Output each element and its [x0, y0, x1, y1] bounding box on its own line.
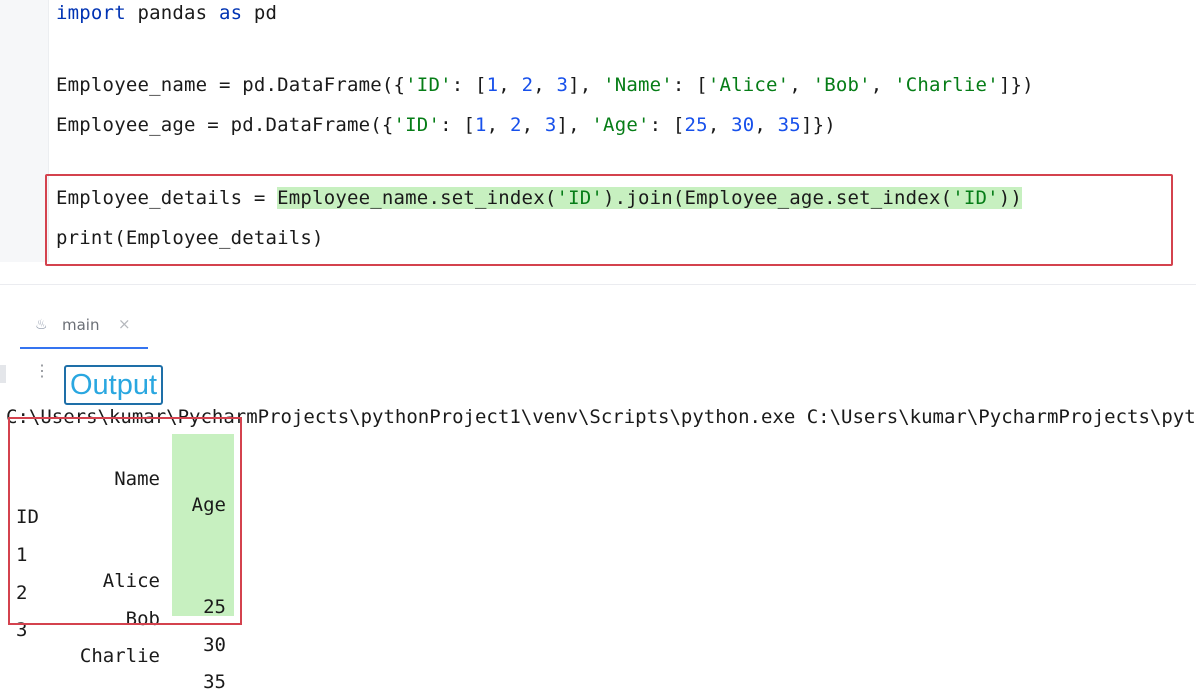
- string-literal: 'Alice': [707, 74, 790, 96]
- number-literal: 3: [544, 114, 557, 136]
- string-literal: 'Age': [591, 114, 650, 136]
- code-token: ,: [707, 114, 732, 136]
- kebab-menu-icon[interactable]: ⋮: [34, 363, 50, 379]
- code-highlight-box: [45, 174, 1173, 266]
- code-token: Employee_age = pd.DataFrame({: [56, 114, 394, 136]
- number-literal: 2: [521, 74, 534, 96]
- code-token: pd: [242, 2, 278, 24]
- output-annotation-label: Output: [64, 365, 164, 405]
- number-literal: 1: [475, 114, 487, 136]
- number-literal: 35: [777, 114, 801, 136]
- code-token: pandas: [125, 2, 219, 24]
- close-icon[interactable]: ×: [118, 315, 131, 333]
- code-token: ]}): [800, 114, 836, 136]
- code-token: : [: [672, 74, 708, 96]
- code-line-import[interactable]: import pandas as pd: [56, 0, 277, 26]
- code-token: ],: [556, 114, 592, 136]
- code-token: ,: [789, 74, 813, 96]
- code-token: ,: [754, 114, 778, 136]
- code-editor[interactable]: import pandas as pd Employee_name = pd.D…: [0, 0, 1196, 266]
- number-literal: 2: [509, 114, 522, 136]
- editor-gutter: [0, 0, 49, 262]
- output-highlight-box: [8, 417, 242, 625]
- code-token: ,: [870, 74, 895, 96]
- code-token: : [: [649, 114, 685, 136]
- code-token: ]}): [998, 74, 1034, 96]
- number-literal: 25: [684, 114, 708, 136]
- code-token: ],: [568, 74, 604, 96]
- string-literal: 'Name': [603, 74, 673, 96]
- code-token: ,: [486, 114, 510, 136]
- number-literal: 30: [731, 114, 755, 136]
- keyword: as: [218, 2, 243, 24]
- row-age: 35: [203, 671, 226, 693]
- code-token: ,: [533, 74, 557, 96]
- number-literal: 1: [486, 74, 499, 96]
- code-token: ,: [498, 74, 522, 96]
- code-token: ,: [521, 114, 545, 136]
- string-literal: 'Charlie': [894, 74, 999, 96]
- keyword: import: [56, 2, 126, 24]
- row-name: Charlie: [79, 645, 160, 667]
- string-literal: 'ID': [405, 74, 452, 96]
- string-literal: 'ID': [393, 114, 441, 136]
- run-tab-main[interactable]: ♨ main ×: [20, 305, 148, 349]
- string-literal: 'Bob': [812, 74, 871, 96]
- code-token: : [: [451, 74, 487, 96]
- number-literal: 3: [556, 74, 569, 96]
- code-token: : [: [440, 114, 476, 136]
- code-line-employee-age[interactable]: Employee_age = pd.DataFrame({'ID': [1, 2…: [56, 112, 836, 138]
- panel-side-strip: [0, 365, 6, 383]
- python-file-icon: ♨: [35, 317, 48, 333]
- code-line-employee-name[interactable]: Employee_name = pd.DataFrame({'ID': [1, …: [56, 72, 1034, 98]
- run-tab-label: main: [62, 316, 100, 334]
- code-token: Employee_name = pd.DataFrame({: [56, 74, 406, 96]
